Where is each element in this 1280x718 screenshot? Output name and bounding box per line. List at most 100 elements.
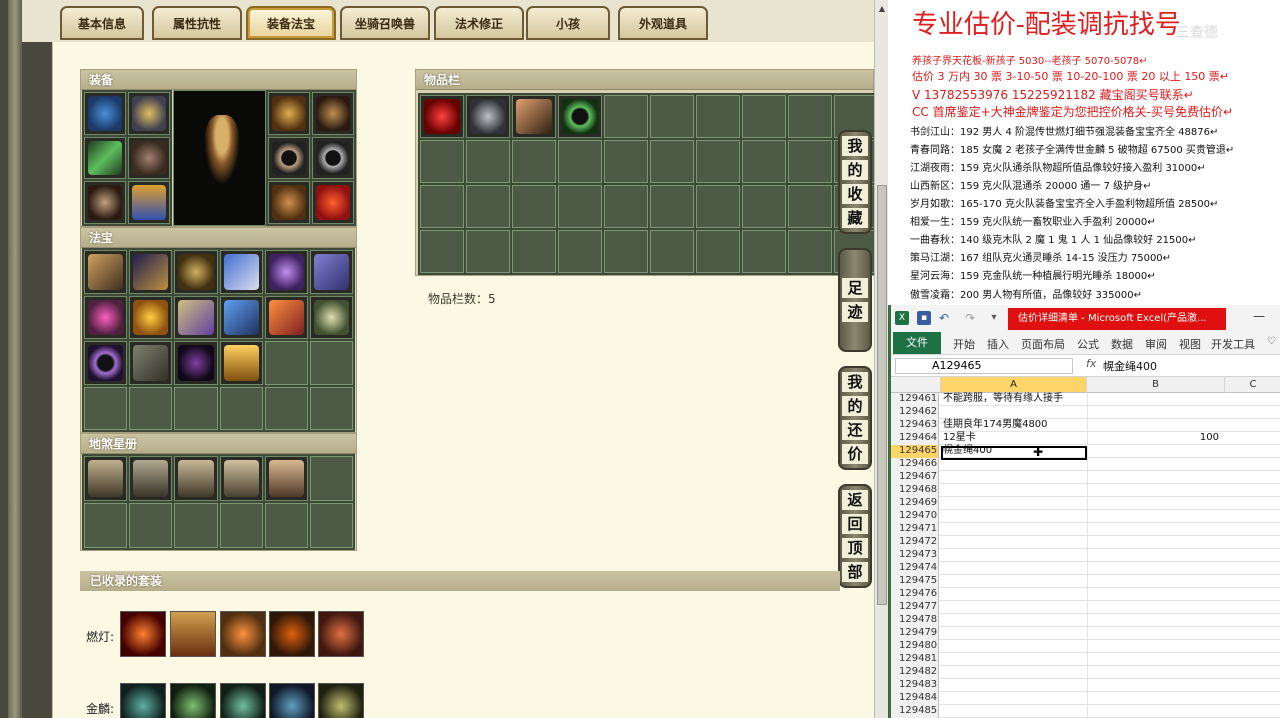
cell-b[interactable]: [1087, 523, 1225, 536]
inventory-slot[interactable]: [512, 185, 556, 228]
back-to-top-button[interactable]: 返 回 顶 部: [838, 484, 872, 588]
save-icon[interactable]: ▪: [917, 311, 931, 325]
star-card-slot[interactable]: [264, 503, 308, 548]
cell-b[interactable]: [1087, 497, 1225, 510]
treasure-slot[interactable]: [129, 295, 173, 339]
row-header[interactable]: 129476: [891, 588, 939, 601]
tab-basic-info[interactable]: 基本信息: [60, 6, 144, 40]
inventory-slot[interactable]: [742, 95, 786, 138]
cell-b[interactable]: [1087, 692, 1225, 705]
equip-slot[interactable]: [312, 92, 354, 135]
treasure-slot[interactable]: [174, 386, 218, 430]
row-header[interactable]: 129477: [891, 601, 939, 614]
star-card-slot[interactable]: [219, 503, 263, 548]
treasure-slot[interactable]: [219, 250, 263, 294]
equip-slot[interactable]: [268, 181, 310, 224]
cell-b[interactable]: [1087, 458, 1225, 471]
inventory-slot[interactable]: [420, 140, 464, 183]
cell-b[interactable]: [1087, 627, 1225, 640]
cell-a[interactable]: [941, 653, 1087, 666]
cell-b[interactable]: [1087, 588, 1225, 601]
equip-slot[interactable]: [84, 92, 126, 135]
treasure-slot[interactable]: [219, 295, 263, 339]
cell-a[interactable]: [941, 562, 1087, 575]
cell-b[interactable]: [1087, 601, 1225, 614]
cell-a[interactable]: [941, 458, 1087, 471]
treasure-slot[interactable]: [84, 295, 128, 339]
cell-b[interactable]: [1087, 393, 1225, 406]
treasure-slot[interactable]: [129, 386, 173, 430]
column-header-a[interactable]: A: [941, 377, 1087, 393]
star-card-slot[interactable]: [309, 456, 353, 501]
inventory-slot[interactable]: [650, 140, 694, 183]
tab-mounts[interactable]: 坐骑召唤兽: [340, 6, 430, 40]
inventory-slot[interactable]: [604, 95, 648, 138]
cell-a[interactable]: [941, 601, 1087, 614]
suit-item-icon[interactable]: [120, 683, 166, 718]
inventory-slot[interactable]: [650, 95, 694, 138]
cell-a[interactable]: [941, 705, 1087, 718]
row-header[interactable]: 129464: [891, 432, 939, 445]
tab-page-layout[interactable]: 页面布局: [1021, 336, 1065, 352]
tab-attributes[interactable]: 属性抗性: [152, 6, 242, 40]
treasure-slot[interactable]: [309, 250, 353, 294]
inventory-slot[interactable]: [788, 230, 832, 273]
cell-a[interactable]: [941, 471, 1087, 484]
inventory-slot[interactable]: [420, 95, 464, 138]
cell-a[interactable]: 12星卡: [941, 432, 1087, 445]
row-header[interactable]: 129468: [891, 484, 939, 497]
tab-spells[interactable]: 法术修正: [434, 6, 524, 40]
cell-b[interactable]: [1087, 445, 1225, 458]
inventory-slot[interactable]: [696, 95, 740, 138]
tab-equipment[interactable]: 装备法宝: [246, 6, 336, 40]
inventory-slot[interactable]: [420, 230, 464, 273]
equip-slot[interactable]: [268, 92, 310, 135]
row-header[interactable]: 129472: [891, 536, 939, 549]
row-header[interactable]: 129480: [891, 640, 939, 653]
row-header[interactable]: 129469: [891, 497, 939, 510]
cell-a[interactable]: [941, 484, 1087, 497]
file-tab[interactable]: 文件: [893, 332, 941, 354]
treasure-slot[interactable]: [264, 250, 308, 294]
inventory-slot[interactable]: [558, 230, 602, 273]
cell-b[interactable]: [1087, 549, 1225, 562]
inventory-slot[interactable]: [420, 185, 464, 228]
equip-slot[interactable]: [312, 136, 354, 180]
inventory-slot[interactable]: [788, 185, 832, 228]
cell-b[interactable]: [1087, 653, 1225, 666]
row-header[interactable]: 129461: [891, 393, 939, 406]
cell-a[interactable]: [941, 510, 1087, 523]
cell-a[interactable]: [941, 679, 1087, 692]
customize-qat-icon[interactable]: ▾: [987, 311, 1001, 325]
cell-a[interactable]: [941, 692, 1087, 705]
formula-input[interactable]: 幌金绳400: [1103, 358, 1157, 374]
inventory-slot[interactable]: [466, 95, 510, 138]
equip-slot[interactable]: [128, 92, 170, 135]
row-header[interactable]: 129479: [891, 627, 939, 640]
treasure-slot[interactable]: [174, 250, 218, 294]
row-header[interactable]: 129485: [891, 705, 939, 718]
cell-a[interactable]: [941, 536, 1087, 549]
suit-item-icon[interactable]: [170, 611, 216, 657]
inventory-slot[interactable]: [604, 140, 648, 183]
row-header[interactable]: 129466: [891, 458, 939, 471]
tab-children[interactable]: 小孩: [526, 6, 610, 40]
inventory-slot[interactable]: [558, 140, 602, 183]
inventory-slot[interactable]: [604, 185, 648, 228]
undo-icon[interactable]: ↶: [937, 311, 951, 325]
star-card-slot[interactable]: [129, 503, 173, 548]
row-header[interactable]: 129475: [891, 575, 939, 588]
redo-icon[interactable]: ↷: [963, 311, 977, 325]
inventory-slot[interactable]: [466, 140, 510, 183]
inventory-slot[interactable]: [650, 230, 694, 273]
minimize-icon[interactable]: —: [1253, 309, 1265, 323]
fx-icon[interactable]: fx: [1086, 357, 1096, 370]
equip-slot[interactable]: [84, 136, 126, 180]
inventory-slot[interactable]: [650, 185, 694, 228]
cell-a[interactable]: [941, 588, 1087, 601]
tab-appearance[interactable]: 外观道具: [618, 6, 708, 40]
cell-a[interactable]: [941, 497, 1087, 510]
cell-a[interactable]: [941, 627, 1087, 640]
equip-slot[interactable]: [268, 136, 310, 180]
cell-a[interactable]: [941, 666, 1087, 679]
